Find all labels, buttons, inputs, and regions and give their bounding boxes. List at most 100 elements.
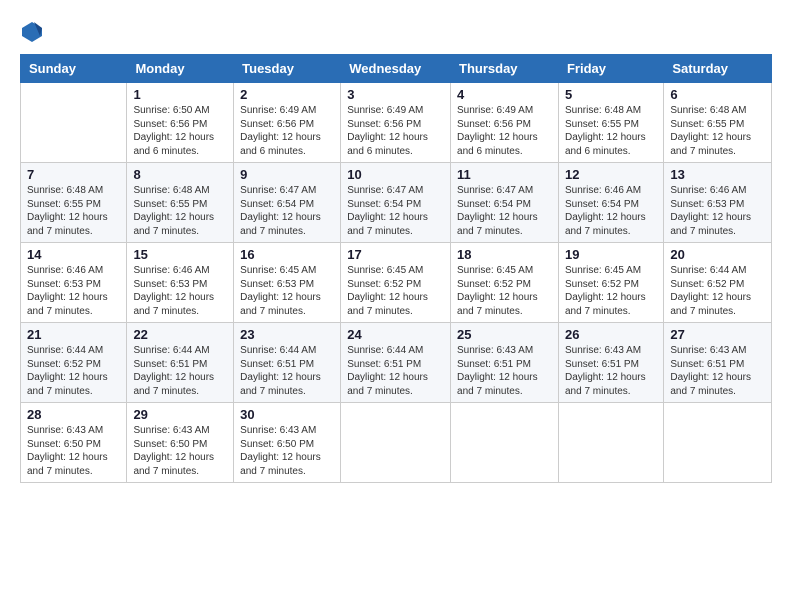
calendar-week-row: 7 Sunrise: 6:48 AMSunset: 6:55 PMDaylight…: [21, 163, 772, 243]
calendar-cell: 3 Sunrise: 6:49 AMSunset: 6:56 PMDaylight…: [341, 83, 451, 163]
day-number: 3: [347, 87, 444, 102]
calendar-cell: 22Sunrise: 6:44 AMSunset: 6:51 PMDayligh…: [127, 323, 234, 403]
day-info: Sunrise: 6:48 AMSunset: 6:55 PMDaylight:…: [670, 104, 765, 158]
day-info: Sunrise: 6:44 AMSunset: 6:52 PMDaylight:…: [27, 344, 120, 398]
logo: [20, 20, 48, 44]
day-info: Sunrise: 6:43 AMSunset: 6:50 PMDaylight:…: [27, 424, 120, 478]
day-number: 19: [565, 247, 657, 262]
day-number: 2: [240, 87, 334, 102]
calendar-cell: 25 Sunrise: 6:43 AMSunset: 6:51 PMDayligh…: [451, 323, 559, 403]
header-thursday: Thursday: [451, 55, 559, 83]
day-info: Sunrise: 6:45 AMSunset: 6:53 PMDaylight:…: [240, 264, 334, 318]
day-number: 6: [670, 87, 765, 102]
day-info: Sunrise: 6:50 AMSunset: 6:56 PMDaylight:…: [133, 104, 227, 158]
calendar-cell: [558, 403, 663, 483]
calendar-cell: [21, 83, 127, 163]
day-number: 22: [133, 327, 227, 342]
day-info: Sunrise: 6:46 AMSunset: 6:53 PMDaylight:…: [27, 264, 120, 318]
header-sunday: Sunday: [21, 55, 127, 83]
day-info: Sunrise: 6:48 AMSunset: 6:55 PMDaylight:…: [133, 184, 227, 238]
calendar-cell: [341, 403, 451, 483]
day-info: Sunrise: 6:44 AMSunset: 6:51 PMDaylight:…: [347, 344, 444, 398]
day-info: Sunrise: 6:46 AMSunset: 6:54 PMDaylight:…: [565, 184, 657, 238]
day-number: 14: [27, 247, 120, 262]
calendar-cell: 29 Sunrise: 6:43 AMSunset: 6:50 PMDayligh…: [127, 403, 234, 483]
day-info: Sunrise: 6:46 AMSunset: 6:53 PMDaylight:…: [670, 184, 765, 238]
day-info: Sunrise: 6:44 AMSunset: 6:52 PMDaylight:…: [670, 264, 765, 318]
calendar-cell: 30 Sunrise: 6:43 AMSunset: 6:50 PMDayligh…: [234, 403, 341, 483]
calendar-cell: [451, 403, 559, 483]
calendar-cell: 19 Sunrise: 6:45 AMSunset: 6:52 PMDayligh…: [558, 243, 663, 323]
day-number: 12: [565, 167, 657, 182]
calendar-cell: 12 Sunrise: 6:46 AMSunset: 6:54 PMDayligh…: [558, 163, 663, 243]
calendar-cell: 14 Sunrise: 6:46 AMSunset: 6:53 PMDayligh…: [21, 243, 127, 323]
calendar-week-row: 21 Sunrise: 6:44 AMSunset: 6:52 PMDayligh…: [21, 323, 772, 403]
day-info: Sunrise: 6:49 AMSunset: 6:56 PMDaylight:…: [347, 104, 444, 158]
day-info: Sunrise: 6:43 AMSunset: 6:51 PMDaylight:…: [565, 344, 657, 398]
day-number: 29: [133, 407, 227, 422]
day-number: 21: [27, 327, 120, 342]
calendar-cell: 23 Sunrise: 6:44 AMSunset: 6:51 PMDayligh…: [234, 323, 341, 403]
day-number: 1: [133, 87, 227, 102]
day-number: 18: [457, 247, 552, 262]
calendar-cell: 10 Sunrise: 6:47 AMSunset: 6:54 PMDayligh…: [341, 163, 451, 243]
day-info: Sunrise: 6:47 AMSunset: 6:54 PMDaylight:…: [347, 184, 444, 238]
calendar-cell: 21 Sunrise: 6:44 AMSunset: 6:52 PMDayligh…: [21, 323, 127, 403]
day-info: Sunrise: 6:46 AMSunset: 6:53 PMDaylight:…: [133, 264, 227, 318]
day-number: 17: [347, 247, 444, 262]
calendar-cell: 8Sunrise: 6:48 AMSunset: 6:55 PMDaylight…: [127, 163, 234, 243]
calendar-cell: 20 Sunrise: 6:44 AMSunset: 6:52 PMDayligh…: [664, 243, 772, 323]
day-info: Sunrise: 6:43 AMSunset: 6:50 PMDaylight:…: [133, 424, 227, 478]
day-info: Sunrise: 6:43 AMSunset: 6:50 PMDaylight:…: [240, 424, 334, 478]
day-number: 15: [133, 247, 227, 262]
calendar-week-row: 28Sunrise: 6:43 AMSunset: 6:50 PMDayligh…: [21, 403, 772, 483]
calendar-cell: 5 Sunrise: 6:48 AMSunset: 6:55 PMDaylight…: [558, 83, 663, 163]
calendar-cell: 2 Sunrise: 6:49 AMSunset: 6:56 PMDaylight…: [234, 83, 341, 163]
day-number: 20: [670, 247, 765, 262]
day-info: Sunrise: 6:45 AMSunset: 6:52 PMDaylight:…: [347, 264, 444, 318]
header-friday: Friday: [558, 55, 663, 83]
calendar-week-row: 1 Sunrise: 6:50 AMSunset: 6:56 PMDaylight…: [21, 83, 772, 163]
calendar-cell: 18 Sunrise: 6:45 AMSunset: 6:52 PMDayligh…: [451, 243, 559, 323]
page-header: [20, 20, 772, 44]
calendar-cell: 15 Sunrise: 6:46 AMSunset: 6:53 PMDayligh…: [127, 243, 234, 323]
day-number: 4: [457, 87, 552, 102]
day-number: 5: [565, 87, 657, 102]
day-info: Sunrise: 6:45 AMSunset: 6:52 PMDaylight:…: [565, 264, 657, 318]
day-info: Sunrise: 6:48 AMSunset: 6:55 PMDaylight:…: [27, 184, 120, 238]
calendar-cell: 4 Sunrise: 6:49 AMSunset: 6:56 PMDaylight…: [451, 83, 559, 163]
day-number: 25: [457, 327, 552, 342]
day-number: 30: [240, 407, 334, 422]
day-number: 11: [457, 167, 552, 182]
calendar-cell: 13 Sunrise: 6:46 AMSunset: 6:53 PMDayligh…: [664, 163, 772, 243]
day-info: Sunrise: 6:47 AMSunset: 6:54 PMDaylight:…: [457, 184, 552, 238]
calendar-header-row: SundayMondayTuesdayWednesdayThursdayFrid…: [21, 55, 772, 83]
day-number: 24: [347, 327, 444, 342]
day-number: 27: [670, 327, 765, 342]
calendar-table: SundayMondayTuesdayWednesdayThursdayFrid…: [20, 54, 772, 483]
calendar-cell: 26 Sunrise: 6:43 AMSunset: 6:51 PMDayligh…: [558, 323, 663, 403]
day-number: 13: [670, 167, 765, 182]
header-tuesday: Tuesday: [234, 55, 341, 83]
day-number: 9: [240, 167, 334, 182]
day-number: 23: [240, 327, 334, 342]
day-info: Sunrise: 6:43 AMSunset: 6:51 PMDaylight:…: [457, 344, 552, 398]
day-info: Sunrise: 6:48 AMSunset: 6:55 PMDaylight:…: [565, 104, 657, 158]
day-info: Sunrise: 6:49 AMSunset: 6:56 PMDaylight:…: [457, 104, 552, 158]
calendar-cell: 27 Sunrise: 6:43 AMSunset: 6:51 PMDayligh…: [664, 323, 772, 403]
day-number: 7: [27, 167, 120, 182]
day-info: Sunrise: 6:44 AMSunset: 6:51 PMDaylight:…: [240, 344, 334, 398]
day-number: 26: [565, 327, 657, 342]
day-info: Sunrise: 6:43 AMSunset: 6:51 PMDaylight:…: [670, 344, 765, 398]
calendar-cell: [664, 403, 772, 483]
day-info: Sunrise: 6:45 AMSunset: 6:52 PMDaylight:…: [457, 264, 552, 318]
header-wednesday: Wednesday: [341, 55, 451, 83]
day-info: Sunrise: 6:49 AMSunset: 6:56 PMDaylight:…: [240, 104, 334, 158]
day-number: 16: [240, 247, 334, 262]
day-number: 10: [347, 167, 444, 182]
logo-icon: [20, 20, 44, 44]
calendar-cell: 11 Sunrise: 6:47 AMSunset: 6:54 PMDayligh…: [451, 163, 559, 243]
calendar-cell: 28Sunrise: 6:43 AMSunset: 6:50 PMDayligh…: [21, 403, 127, 483]
calendar-cell: 6 Sunrise: 6:48 AMSunset: 6:55 PMDaylight…: [664, 83, 772, 163]
calendar-cell: 24 Sunrise: 6:44 AMSunset: 6:51 PMDayligh…: [341, 323, 451, 403]
